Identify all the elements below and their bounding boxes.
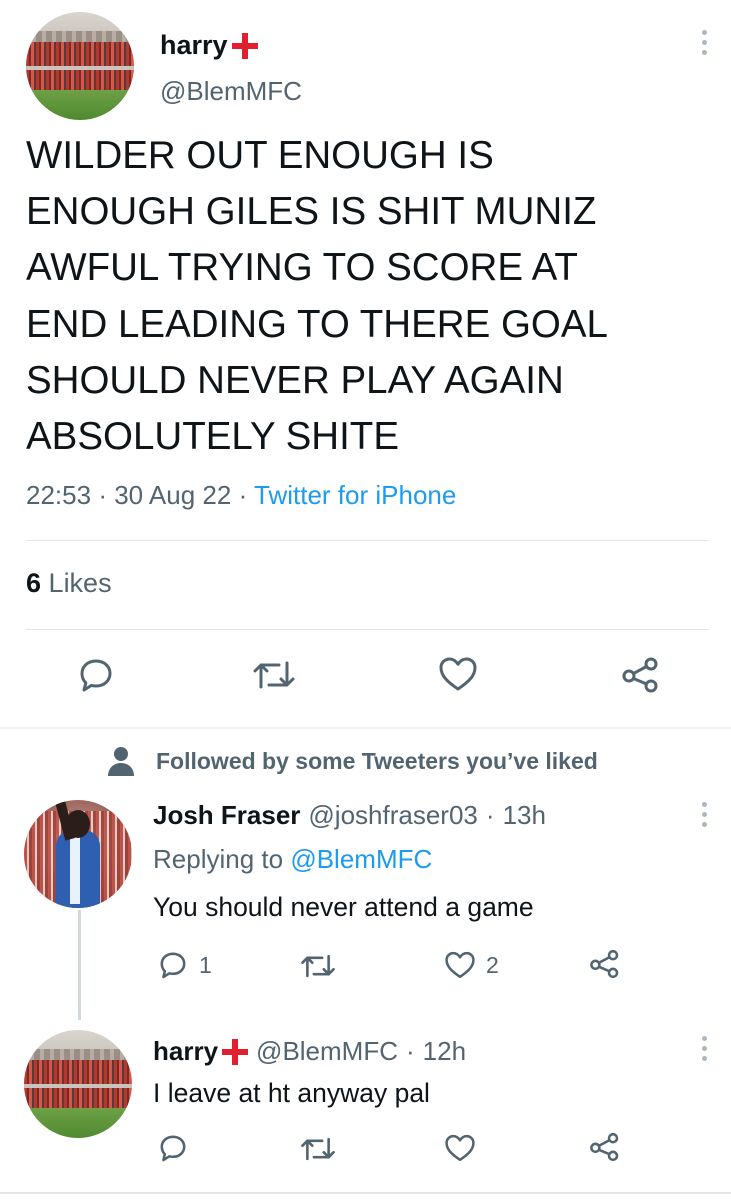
social-context: Followed by some Tweeters you’ve liked <box>108 746 598 776</box>
share-button[interactable] <box>620 655 662 695</box>
person-icon <box>108 746 134 776</box>
likes-count: 6 <box>26 568 42 598</box>
reply-author-name[interactable]: harry <box>153 1036 218 1067</box>
tweet-text-line: ABSOLUTELY SHITE <box>26 415 400 459</box>
reply-text: You should never attend a game <box>153 892 534 922</box>
reply-author-handle[interactable]: @joshfraser03 <box>308 800 477 831</box>
reply-avatar[interactable] <box>24 800 132 908</box>
share-icon <box>620 655 662 695</box>
tweet-text-line: ENOUGH GILES IS SHIT MUNIZ <box>26 190 597 234</box>
like-button[interactable] <box>438 655 478 693</box>
share-button[interactable] <box>588 1131 622 1163</box>
share-icon <box>588 1131 622 1163</box>
tweet-text: WILDER OUT ENOUGH IS ENOUGH GILES IS SHI… <box>26 128 706 465</box>
tweet-source[interactable]: Twitter for iPhone <box>254 480 456 510</box>
divider <box>26 629 709 630</box>
england-flag-icon <box>231 32 258 59</box>
tweet-text-line: SHOULD NEVER PLAY AGAIN <box>26 358 564 402</box>
divider <box>0 1192 731 1194</box>
tweet-meta: 22:53 · 30 Aug 22 · Twitter for iPhone <box>26 480 456 511</box>
tweet-date[interactable]: 30 Aug 22 <box>114 480 231 510</box>
author-name[interactable]: harry <box>160 30 228 61</box>
like-button[interactable]: 2 <box>444 950 499 980</box>
tweet-text-line: END LEADING TO THERE GOAL <box>26 302 608 346</box>
author-handle[interactable]: @BlemMFC <box>160 76 302 107</box>
like-count: 2 <box>486 951 499 978</box>
tweet-text-line: AWFUL TRYING TO SCORE AT <box>26 246 578 290</box>
meta-separator: · <box>485 800 495 830</box>
retweet-icon <box>252 657 296 693</box>
reply-count: 1 <box>199 951 212 978</box>
replying-prefix: Replying to <box>153 844 284 874</box>
reply-header: harry @BlemMFC · 12h <box>153 1036 466 1067</box>
england-flag-icon <box>222 1038 249 1065</box>
reply-text: I leave at ht anyway pal <box>153 1078 430 1108</box>
share-button[interactable] <box>588 948 622 980</box>
reply-icon <box>157 949 189 981</box>
tweet-text-line: WILDER OUT ENOUGH IS <box>26 134 494 177</box>
retweet-icon <box>300 951 336 981</box>
reply-author-name[interactable]: Josh Fraser <box>153 800 300 831</box>
replying-to: Replying to @BlemMFC <box>153 844 432 875</box>
retweet-icon <box>300 1134 336 1164</box>
share-icon <box>588 948 622 980</box>
reply-icon <box>157 1132 189 1164</box>
reply-icon <box>76 655 116 695</box>
reply-header: Josh Fraser @joshfraser03 · 13h <box>153 800 546 831</box>
author-avatar[interactable] <box>26 12 134 120</box>
retweet-button[interactable] <box>300 951 336 981</box>
likes-summary[interactable]: 6 Likes <box>26 568 112 599</box>
retweet-button[interactable] <box>300 1134 336 1164</box>
meta-separator: · <box>406 1036 415 1066</box>
section-separator <box>0 727 731 729</box>
reply-button[interactable] <box>76 655 116 695</box>
social-context-text: Followed by some Tweeters you’ve liked <box>156 747 598 774</box>
divider <box>26 540 709 541</box>
tweet-time[interactable]: 22:53 <box>26 480 91 510</box>
reply-avatar[interactable] <box>24 1030 132 1138</box>
reply-button[interactable] <box>157 1132 189 1164</box>
reply-age[interactable]: 13h <box>503 800 546 831</box>
author-name-row[interactable]: harry <box>160 30 258 61</box>
like-button[interactable] <box>444 1133 476 1163</box>
more-icon[interactable] <box>702 802 707 827</box>
likes-label: Likes <box>48 568 112 598</box>
like-icon <box>444 950 476 980</box>
reply-author-handle[interactable]: @BlemMFC <box>256 1036 398 1067</box>
more-icon[interactable] <box>702 1036 707 1061</box>
reply-age[interactable]: 12h <box>423 1036 466 1067</box>
retweet-button[interactable] <box>252 657 296 693</box>
thread-connector <box>78 910 81 1020</box>
like-icon <box>438 655 478 693</box>
meta-separator: · <box>238 480 248 510</box>
meta-separator: · <box>98 480 107 510</box>
more-icon[interactable] <box>702 30 707 55</box>
like-icon <box>444 1133 476 1163</box>
replying-to-handle[interactable]: @BlemMFC <box>290 844 432 874</box>
reply-button[interactable]: 1 <box>157 949 212 981</box>
